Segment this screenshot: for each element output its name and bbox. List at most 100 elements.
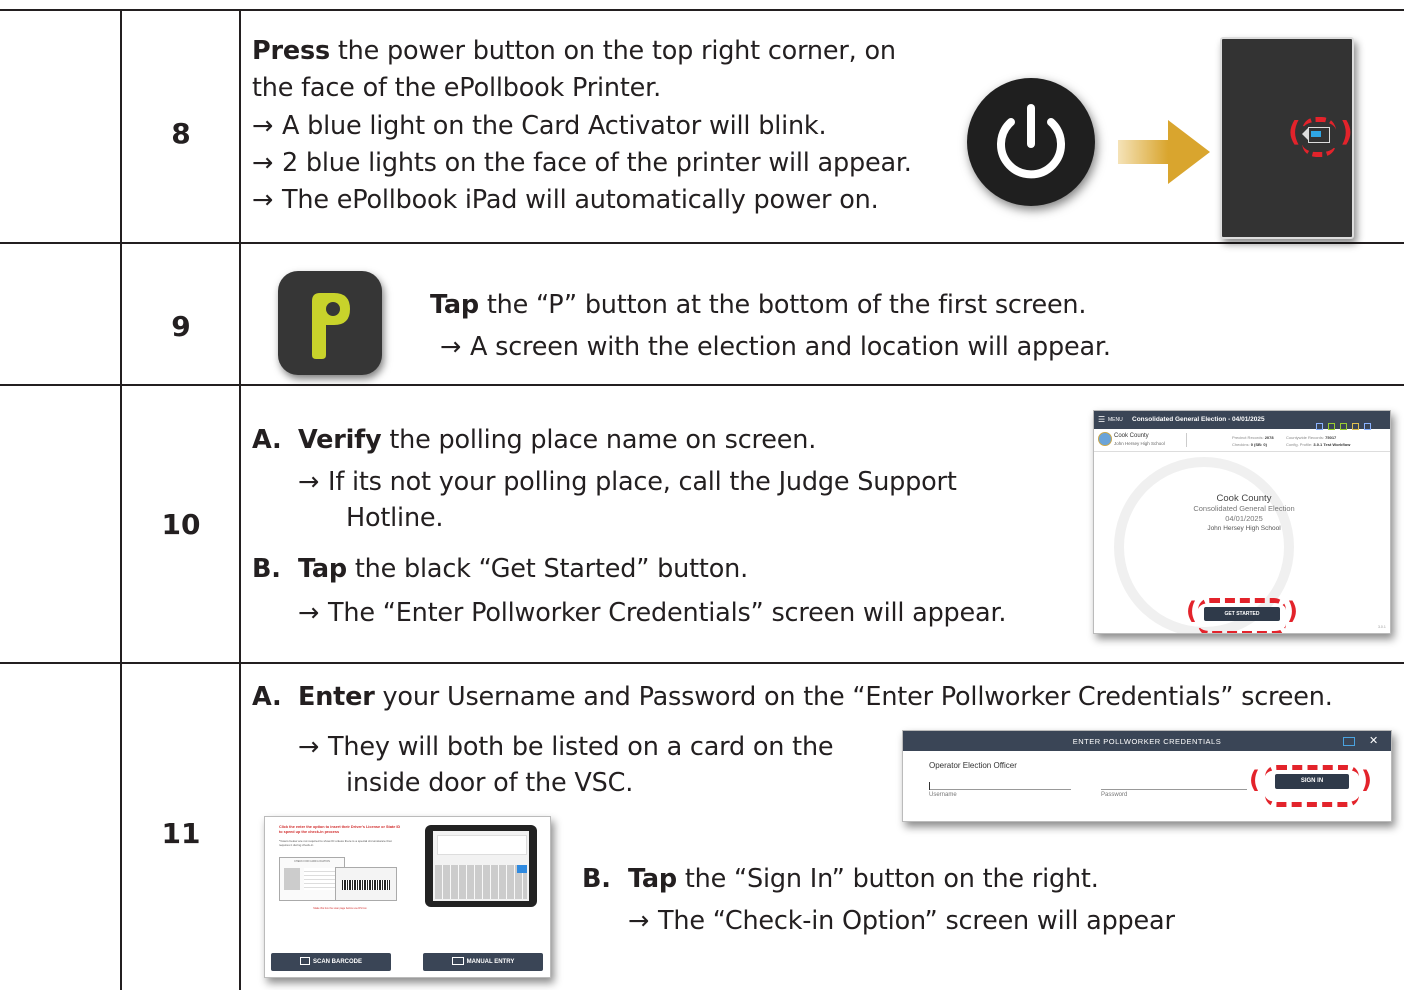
checkin-notice: Click the enter the option to insert the… (279, 825, 401, 834)
step9-line-2-text: A screen with the election and location … (470, 332, 1111, 362)
step8-verb: Press (252, 36, 330, 66)
keyboard-icon (1343, 737, 1355, 746)
arrow-icon: → (252, 185, 274, 215)
step10-line-3: Hotline. (346, 503, 444, 533)
org-name: Cook County (1114, 433, 1149, 439)
checkin-subnotice: *Voters below are not required to show I… (279, 839, 392, 847)
step10-line-5-text: The “Enter Pollworker Credentials” scree… (328, 598, 1007, 628)
manual-entry-button[interactable]: MANUAL ENTRY (423, 953, 543, 971)
location-name: John Hersey High School (1114, 441, 1165, 446)
ipad-keyboard-enter (517, 865, 527, 873)
step8-line-5: → The ePollbook iPad will automatically p… (252, 182, 879, 219)
step8-line-4: → 2 blue lights on the face of the printe… (252, 145, 912, 182)
step10-line-1: A. Verify the polling place name on scree… (252, 422, 816, 459)
arrow-icon: → (252, 148, 274, 178)
highlight-paren-left: ( (1288, 115, 1301, 148)
row-divider-8-9 (0, 242, 1404, 244)
center-election: Consolidated General Election (1193, 504, 1295, 513)
arrow-icon: → (298, 598, 320, 628)
status-icons (1316, 417, 1386, 430)
step10-line-4: B. Tap the black “Get Started” button. (252, 551, 748, 588)
password-input[interactable] (1101, 777, 1247, 790)
step10-line-1-text: the polling place name on screen. (381, 425, 817, 455)
countywide-label: Countywide Records: (1286, 435, 1325, 440)
step9-line-1: Tap the “P” button at the bottom of the … (430, 287, 1087, 324)
checkin-footnote: Make this box the scan page before use D… (313, 907, 367, 910)
step11-line-3: inside door of the VSC. (346, 768, 634, 798)
power-icon (997, 104, 1065, 179)
step-number-9: 9 (171, 310, 191, 343)
config-label: Config. Profile: (1286, 442, 1313, 447)
center-org: Cook County (1216, 493, 1272, 504)
username-input[interactable] (929, 777, 1071, 790)
step-number-11: 11 (161, 817, 201, 850)
credentials-title: ENTER POLLWORKER CREDENTIALS (1072, 737, 1222, 746)
row-divider-10-11 (0, 662, 1404, 664)
header-rule (1094, 451, 1390, 452)
checkins-value: 0 (SB: 0) (1250, 442, 1267, 447)
config-value: 3.0.1 Test Workflow (1313, 442, 1351, 447)
credentials-header: ENTER POLLWORKER CREDENTIALS ✕ (903, 731, 1391, 751)
item-label-b: B. (252, 554, 281, 584)
scan-barcode-button[interactable]: SCAN BARCODE (271, 953, 391, 971)
step11-line-1-text: your Username and Password on the “Enter… (374, 682, 1333, 712)
county-seal-icon (1098, 432, 1112, 446)
highlight-paren-right: ) (1361, 766, 1372, 794)
barcode-icon (299, 957, 310, 966)
power-button-illustration (967, 78, 1095, 206)
center-date: 04/01/2025 (1225, 514, 1263, 523)
step11-line-4-text: the “Sign In” button on the right. (676, 864, 1099, 894)
ipad-graphic (425, 825, 537, 907)
step8-line-1-text: the power button on the top right corner… (329, 36, 896, 66)
get-started-screen: ☰ MENU Consolidated General Election - 0… (1093, 410, 1391, 634)
printer-face-illustration: ( ) (1220, 37, 1354, 239)
id-text-lines (304, 868, 338, 890)
ipad-form (437, 835, 527, 855)
scan-barcode-label: SCAN BARCODE (312, 959, 362, 965)
step10-verb-a: Verify (298, 425, 382, 455)
step11-verb-b: Tap (628, 864, 677, 894)
username-label: Username (929, 792, 957, 798)
arrow-right-icon (1118, 120, 1210, 184)
center-info: Cook County Consolidated General Electio… (1164, 494, 1324, 534)
table-top-border (0, 9, 1404, 11)
item-label-b: B. (582, 864, 611, 894)
checkins-label: Checkins: (1232, 442, 1250, 447)
arrow-icon: → (298, 732, 320, 762)
highlight-paren-left: ( (1249, 766, 1260, 794)
countywide-value: 75017 (1325, 435, 1337, 440)
arrow-icon: → (440, 332, 462, 362)
row-divider-9-10 (0, 384, 1404, 386)
menu-label: MENU (1108, 417, 1123, 423)
step8-line-5-text: The ePollbook iPad will automatically po… (282, 185, 879, 215)
close-icon[interactable]: ✕ (1369, 734, 1378, 747)
highlight-paren-left: ( (1186, 597, 1197, 625)
ipad-screen (433, 831, 529, 901)
ipad-keyboard (435, 865, 527, 899)
p-logo-icon (312, 293, 350, 359)
header-divider (1186, 433, 1187, 447)
screen-header-title: Consolidated General Election - 04/01/20… (1132, 416, 1265, 423)
step8-line-1: Press the power button on the top right … (252, 33, 896, 70)
step9-line-2: → A screen with the election and location… (440, 329, 1111, 366)
highlight-dash (1265, 765, 1359, 807)
step11-line-2-text: They will both be listed on a card on th… (328, 732, 834, 762)
item-label-a: A. (252, 425, 282, 455)
menu-icon: ☰ (1098, 415, 1106, 424)
step11-line-5-text: The “Check-in Option” screen will appear (658, 906, 1175, 936)
step9-line-1-text: the “P” button at the bottom of the firs… (478, 290, 1087, 320)
barcode-icon (342, 880, 390, 890)
step11-line-5: → The “Check-in Option” screen will appea… (628, 903, 1175, 940)
arrow-icon: → (298, 467, 320, 497)
arrow-icon: → (252, 111, 274, 141)
stats-block-2: Countywide Records: 75017 Config. Profil… (1286, 434, 1350, 448)
step9-verb: Tap (430, 290, 479, 320)
screen-header: ☰ MENU Consolidated General Election - 0… (1094, 411, 1390, 430)
precinct-records-label: Precinct Records: (1232, 435, 1264, 440)
id-card-back-graphic (335, 867, 397, 901)
step10-verb-b: Tap (298, 554, 347, 584)
step11-line-1: A. Enter your Username and Password on th… (252, 679, 1333, 716)
step8-line-2: the face of the ePollbook Printer. (252, 73, 661, 103)
version-label: 3.0.1 (1378, 625, 1386, 629)
step11-verb-a: Enter (298, 682, 375, 712)
